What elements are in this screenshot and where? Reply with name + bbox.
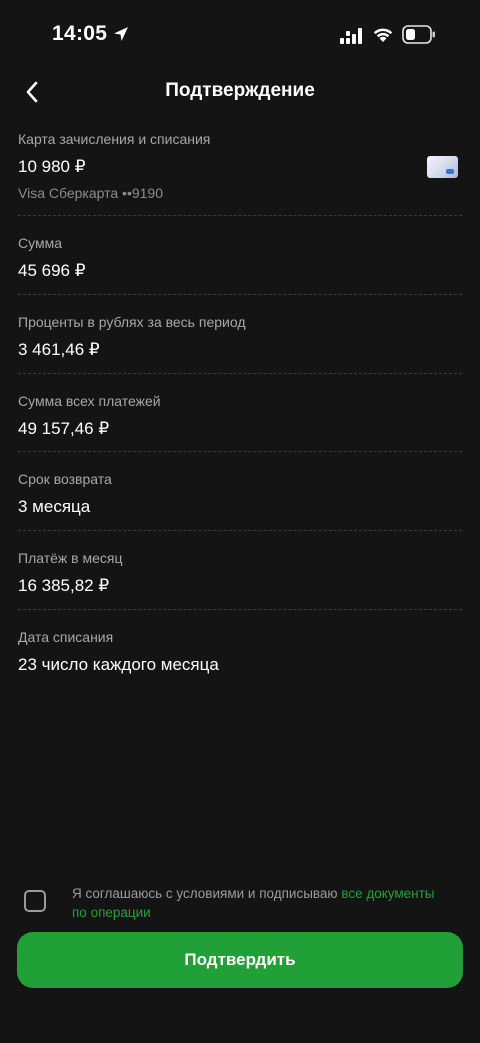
status-bar: 14:05 xyxy=(0,0,480,70)
monthly-value: 16 385,82 ₽ xyxy=(18,576,110,595)
total-row: Сумма всех платежей 49 157,46 ₽ xyxy=(18,374,462,452)
monthly-row: Платёж в месяц 16 385,82 ₽ xyxy=(18,531,462,610)
wifi-icon xyxy=(373,28,393,42)
term-label: Срок возврата xyxy=(18,471,112,487)
card-balance: 10 980 ₽ xyxy=(18,157,86,176)
amount-value: 45 696 ₽ xyxy=(18,261,86,280)
total-value: 49 157,46 ₽ xyxy=(18,419,110,438)
nav-bar: Подтверждение xyxy=(0,70,480,114)
confirmation-screen: 14:05 Подтверждение Карта зачисления и с… xyxy=(0,0,480,1043)
debit-date-value: 23 число каждого месяца xyxy=(18,655,219,674)
term-value: 3 месяца xyxy=(18,497,91,516)
agreement-text-main: Я соглашаюсь с условиями и подписываю xyxy=(72,886,342,901)
page-title: Подтверждение xyxy=(165,80,315,101)
battery-icon xyxy=(402,25,435,44)
card-name: Visa Сберкарта ••9190 xyxy=(18,185,163,201)
card-row-label: Карта зачисления и списания xyxy=(18,131,211,147)
card-row[interactable]: Карта зачисления и списания 10 980 ₽ Vis… xyxy=(18,130,462,216)
interest-label: Проценты в рублях за весь период xyxy=(18,314,246,330)
term-row: Срок возврата 3 месяца xyxy=(18,452,462,531)
card-image xyxy=(427,156,458,178)
location-arrow-icon xyxy=(114,27,128,41)
debit-date-label: Дата списания xyxy=(18,629,114,645)
amount-row: Сумма 45 696 ₽ xyxy=(18,216,462,295)
status-time: 14:05 xyxy=(52,22,108,45)
amount-label: Сумма xyxy=(18,235,62,251)
details-list: Карта зачисления и списания 10 980 ₽ Vis… xyxy=(18,130,462,680)
agreement-checkbox[interactable] xyxy=(24,890,46,912)
interest-row: Проценты в рублях за весь период 3 461,4… xyxy=(18,295,462,374)
signal-icon xyxy=(340,28,362,44)
confirm-button[interactable]: Подтвердить xyxy=(17,932,463,988)
interest-value: 3 461,46 ₽ xyxy=(18,340,100,359)
agreement-text: Я соглашаюсь с условиями и подписываю вс… xyxy=(72,884,452,922)
total-label: Сумма всех платежей xyxy=(18,393,161,409)
debit-date-row: Дата списания 23 число каждого месяца xyxy=(18,610,462,680)
monthly-label: Платёж в месяц xyxy=(18,550,123,566)
